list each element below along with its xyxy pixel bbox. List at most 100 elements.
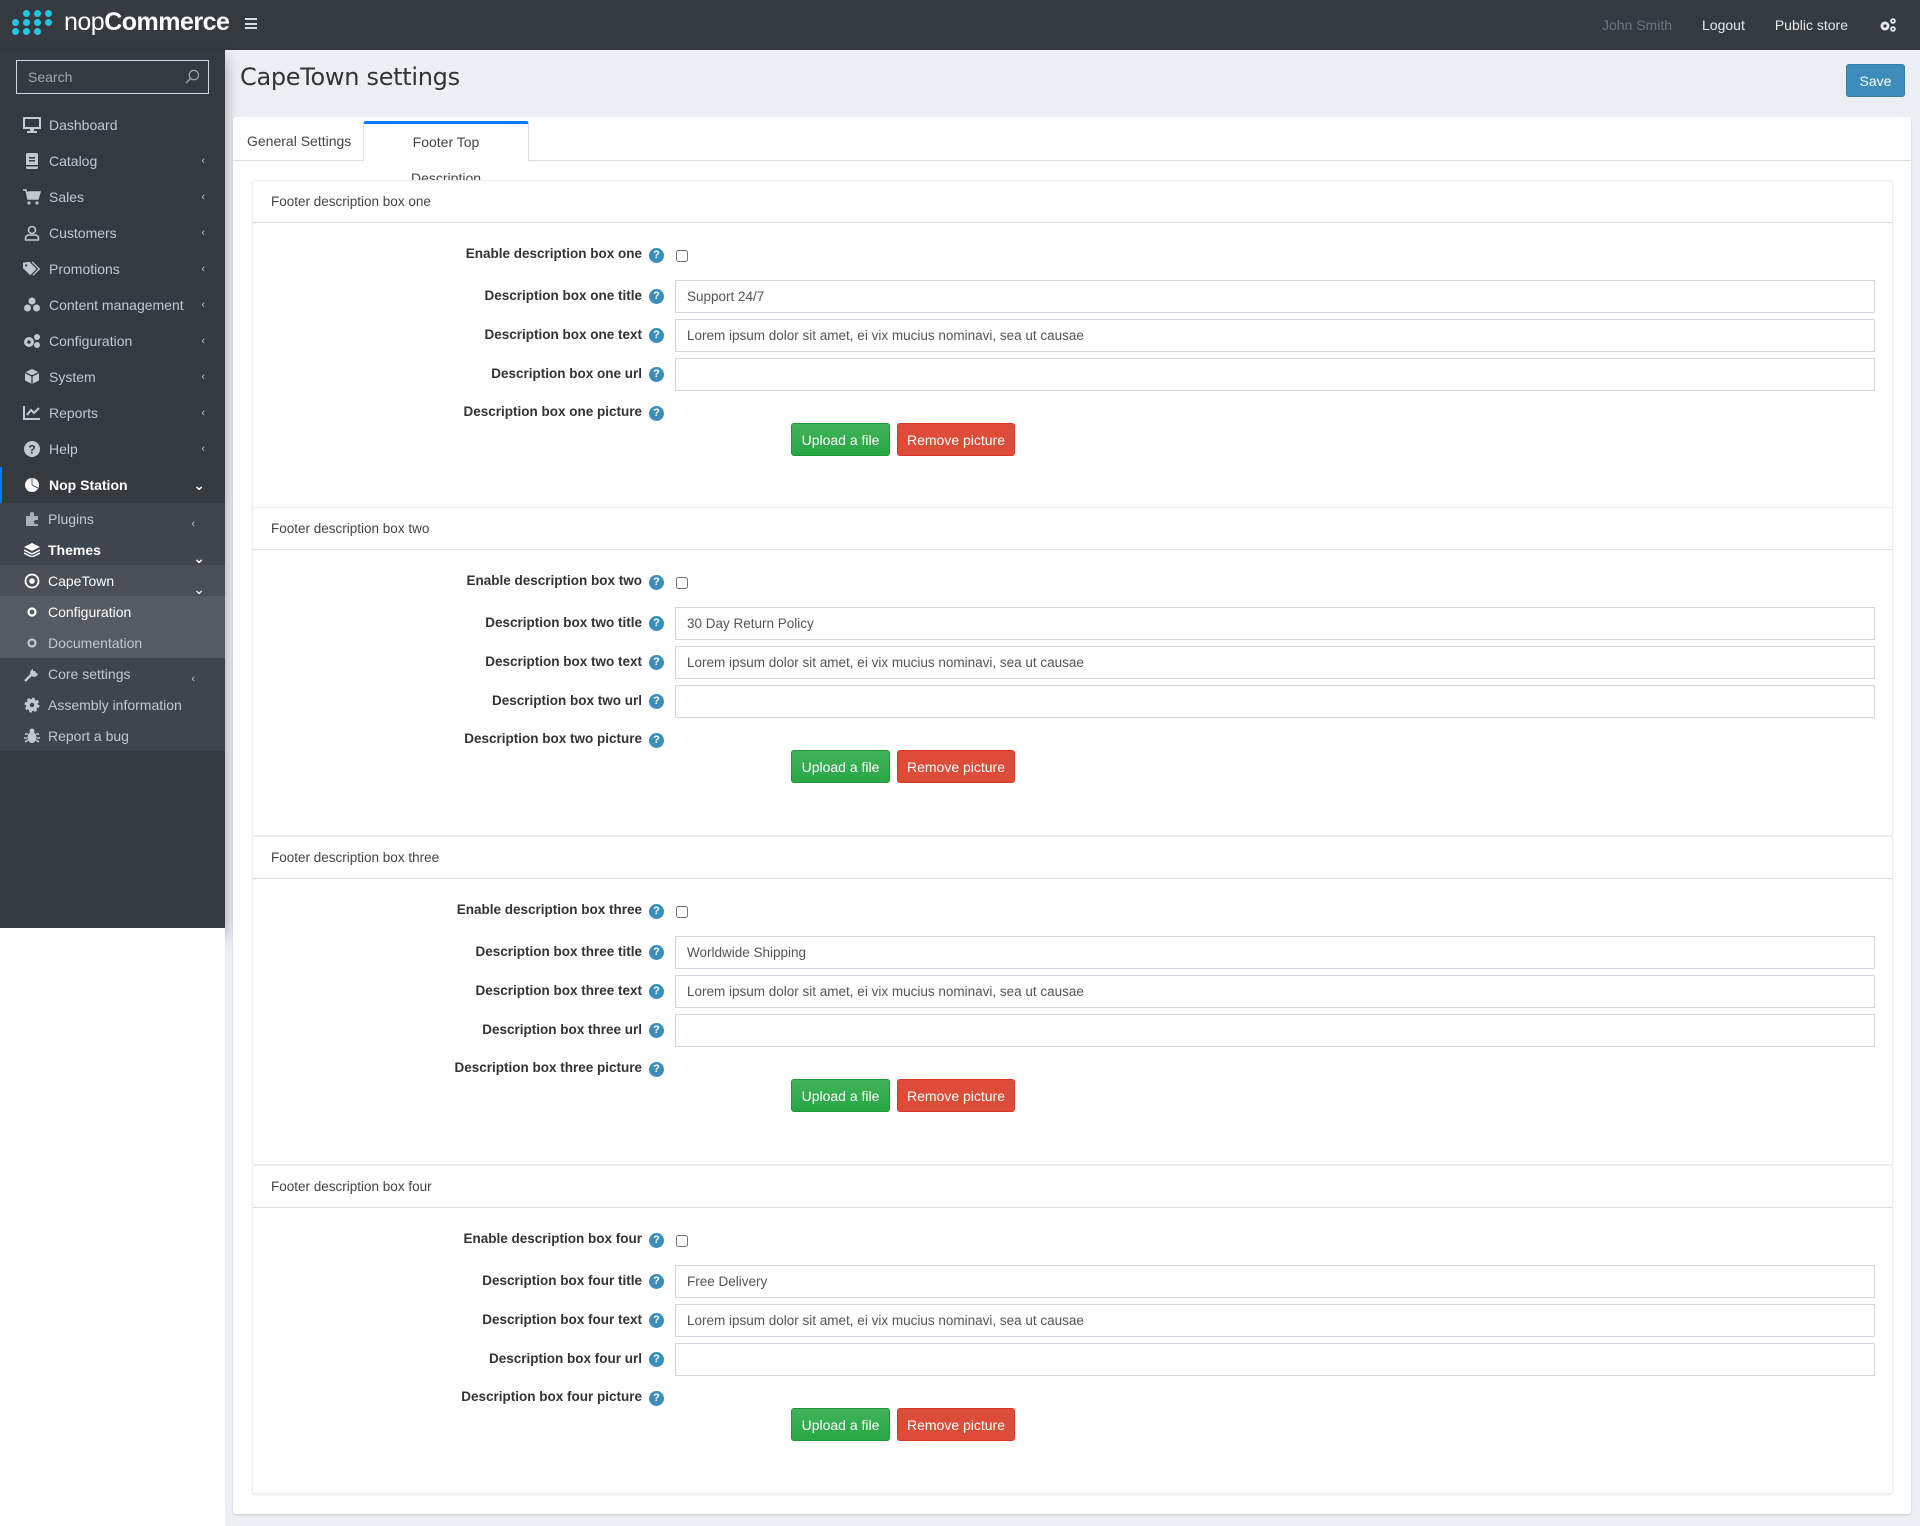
url-row: Description box four url ?: [253, 1343, 1892, 1376]
help-icon[interactable]: ?: [649, 248, 664, 263]
sidebar-item-dashboard[interactable]: Dashboard: [0, 107, 225, 143]
sidebar-search-input[interactable]: [17, 61, 208, 93]
sidebar-item-system[interactable]: System ‹: [0, 359, 225, 395]
help-icon[interactable]: ?: [649, 1352, 664, 1367]
help-icon[interactable]: ?: [649, 694, 664, 709]
help-icon[interactable]: ?: [649, 733, 664, 748]
help-icon[interactable]: ?: [649, 1313, 664, 1328]
text-input[interactable]: [675, 319, 1875, 352]
help-icon[interactable]: ?: [649, 328, 664, 343]
title-row: Description box four title ?: [253, 1265, 1892, 1298]
enable-checkbox[interactable]: [676, 906, 688, 918]
sidebar-item-help[interactable]: ? Help ‹: [0, 431, 225, 467]
hamburger-icon[interactable]: [245, 18, 257, 29]
tab-general-settings[interactable]: General Settings: [233, 121, 365, 162]
remove-picture-button[interactable]: Remove picture: [897, 1079, 1015, 1112]
upload-file-button[interactable]: Upload a file: [791, 1408, 890, 1441]
help-icon[interactable]: ?: [649, 575, 664, 590]
tags-icon: [23, 260, 41, 278]
title-label: Description box two title: [485, 615, 642, 630]
picture-row: Description box one picture ? Upload a f…: [253, 403, 1892, 463]
text-input[interactable]: [675, 975, 1875, 1008]
help-icon[interactable]: ?: [649, 616, 664, 631]
help-icon[interactable]: ?: [649, 1023, 664, 1038]
help-icon[interactable]: ?: [649, 1062, 664, 1077]
sidebar-item-capetown-documentation[interactable]: Documentation: [0, 627, 225, 658]
title-input[interactable]: [675, 936, 1875, 969]
sidebar-item-configuration[interactable]: Configuration ‹: [0, 323, 225, 359]
sidebar-item-customers[interactable]: Customers ‹: [0, 215, 225, 251]
sidebar-item-assembly-information[interactable]: Assembly information: [0, 689, 225, 720]
sidebar-item-capetown-configuration[interactable]: Configuration: [0, 596, 225, 627]
logo-icon: [12, 10, 58, 35]
sidebar-item-reports[interactable]: Reports ‹: [0, 395, 225, 431]
title-input[interactable]: [675, 1265, 1875, 1298]
remove-picture-button[interactable]: Remove picture: [897, 1408, 1015, 1441]
help-icon[interactable]: ?: [649, 406, 664, 421]
sidebar-item-promotions[interactable]: Promotions ‹: [0, 251, 225, 287]
url-input[interactable]: [675, 1014, 1875, 1047]
help-icon[interactable]: ?: [649, 655, 664, 670]
enable-checkbox[interactable]: [676, 577, 688, 589]
help-icon[interactable]: ?: [649, 945, 664, 960]
sidebar-item-themes[interactable]: Themes ⌄: [0, 534, 225, 566]
help-icon[interactable]: ?: [649, 1274, 664, 1289]
url-label: Description box one url: [491, 366, 642, 381]
gears-icon[interactable]: [1878, 17, 1898, 33]
url-label: Description box four url: [488, 1351, 642, 1366]
logout-link[interactable]: Logout: [1702, 17, 1745, 33]
upload-file-button[interactable]: Upload a file: [791, 750, 890, 783]
upload-file-button[interactable]: Upload a file: [791, 1079, 890, 1112]
sidebar-below-blank: [0, 928, 225, 1526]
title-input[interactable]: [675, 280, 1875, 313]
text-input[interactable]: [675, 646, 1875, 679]
logo-text: nopCommerce: [64, 8, 230, 36]
enable-checkbox[interactable]: [676, 250, 688, 262]
help-icon[interactable]: ?: [649, 367, 664, 382]
upload-file-button[interactable]: Upload a file: [791, 423, 890, 456]
enable-row: Enable description box three ?: [253, 901, 1892, 921]
title-label: Description box four title: [482, 1273, 642, 1288]
sidebar: Dashboard Catalog‹ Sales‹ Customers‹ Pro…: [0, 50, 225, 928]
sidebar-item-content-management[interactable]: Content management ‹: [0, 287, 225, 323]
footer-description-box-4: Footer description box four Enable descr…: [252, 1165, 1893, 1494]
user-name-link[interactable]: John Smith: [1602, 17, 1672, 33]
text-label: Description box four text: [482, 1312, 642, 1327]
enable-checkbox[interactable]: [676, 1235, 688, 1247]
enable-label: Enable description box three: [456, 902, 642, 917]
url-input[interactable]: [675, 358, 1875, 391]
remove-picture-button[interactable]: Remove picture: [897, 423, 1015, 456]
url-row: Description box one url ?: [253, 358, 1892, 391]
cubes-icon: [23, 296, 41, 314]
desktop-icon: [23, 116, 41, 134]
sidebar-item-sales[interactable]: Sales ‹: [0, 179, 225, 215]
sidebar-item-nop-station[interactable]: Nop Station ⌄: [0, 467, 225, 503]
tab-footer-top-description[interactable]: Footer Top Description: [363, 121, 529, 186]
sidebar-item-plugins[interactable]: Plugins ‹: [0, 503, 225, 534]
chevron-left-icon: ‹: [201, 443, 205, 455]
user-icon: [23, 224, 41, 242]
logo[interactable]: nopCommerce: [12, 8, 230, 37]
url-input[interactable]: [675, 685, 1875, 718]
sidebar-item-core-settings[interactable]: Core settings ‹: [0, 658, 225, 689]
sidebar-item-report-a-bug[interactable]: Report a bug: [0, 720, 225, 751]
public-store-link[interactable]: Public store: [1775, 17, 1848, 33]
help-icon[interactable]: ?: [649, 1233, 664, 1248]
sidebar-item-catalog[interactable]: Catalog ‹: [0, 143, 225, 179]
enable-label: Enable description box two: [466, 573, 642, 588]
save-button[interactable]: Save: [1846, 64, 1905, 97]
sidebar-item-capetown[interactable]: CapeTown ⌄: [0, 565, 225, 597]
text-row: Description box three text ?: [253, 975, 1892, 1008]
text-row: Description box four text ?: [253, 1304, 1892, 1337]
remove-picture-button[interactable]: Remove picture: [897, 750, 1015, 783]
chevron-left-icon: ‹: [201, 227, 205, 239]
search-icon[interactable]: [185, 69, 200, 84]
help-icon[interactable]: ?: [649, 984, 664, 999]
capetown-group: CapeTown ⌄ Configuration Documentation: [0, 565, 225, 658]
title-input[interactable]: [675, 607, 1875, 640]
text-input[interactable]: [675, 1304, 1875, 1337]
help-icon[interactable]: ?: [649, 904, 664, 919]
url-input[interactable]: [675, 1343, 1875, 1376]
help-icon[interactable]: ?: [649, 289, 664, 304]
help-icon[interactable]: ?: [649, 1391, 664, 1406]
